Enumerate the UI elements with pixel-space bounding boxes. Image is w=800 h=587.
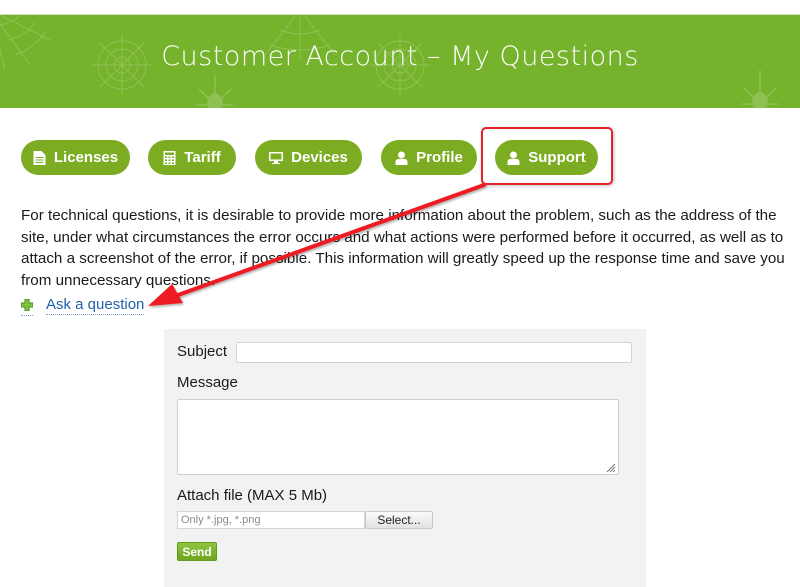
spider-decoration-icon [197,75,233,108]
nav-devices-button[interactable]: Devices [255,140,362,175]
nav-profile-label: Profile [416,149,463,166]
account-nav: Licenses Tariff Devices Profile Support [0,140,800,176]
nav-support-button[interactable]: Support [495,140,598,175]
nav-tariff-button[interactable]: Tariff [148,140,236,175]
select-file-button[interactable]: Select... [365,511,433,529]
ask-question-link[interactable]: Ask a question [46,296,145,315]
subject-label: Subject [177,343,228,360]
nav-licenses-label: Licenses [53,149,119,166]
nav-tariff-label: Tariff [184,149,221,166]
page-title: Customer Account – My Questions [161,41,639,72]
attach-file-label: Attach file (MAX 5 Mb) [177,487,328,504]
underline-decoration [21,315,33,316]
nav-support-label: Support [528,149,586,166]
send-button[interactable]: Send [177,542,217,561]
nav-devices-label: Devices [291,149,348,166]
ask-question-row: Ask a question [21,294,145,316]
header-banner: Customer Account – My Questions [0,14,800,108]
plus-icon [21,299,33,311]
resize-grip-icon[interactable] [606,463,616,473]
spider-decoration-icon [742,70,778,108]
question-form: Subject Message Attach file (MAX 5 Mb) O… [164,329,646,587]
user-icon [395,151,408,165]
file-path-input[interactable]: Only *.jpg, *.png [177,511,365,529]
subject-input[interactable] [236,342,632,363]
intro-text: For technical questions, it is desirable… [21,207,785,289]
message-textarea[interactable] [177,399,619,475]
nav-licenses-button[interactable]: Licenses [21,140,130,175]
calculator-icon [163,150,176,165]
user-icon [507,151,520,165]
message-label: Message [177,374,238,391]
document-icon [33,150,46,165]
monitor-icon [269,151,284,164]
nav-profile-button[interactable]: Profile [381,140,477,175]
